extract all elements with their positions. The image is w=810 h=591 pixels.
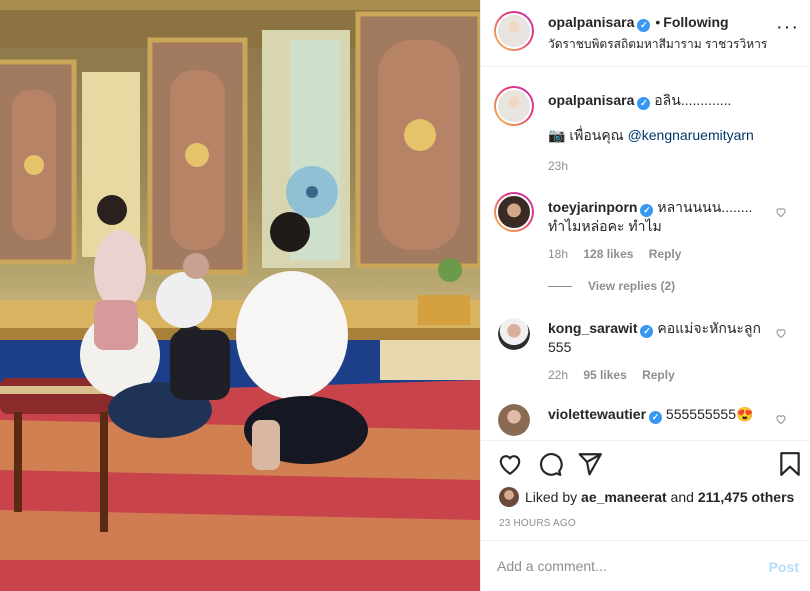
verified-badge-icon: ✓ [640,325,654,338]
post-details-panel: opalpanisara ✓ • Following วัดราชบพิตรสถิตม… [480,0,810,591]
comment-likes[interactable]: 128 likes [583,247,633,261]
verified-badge-icon: ✓ [649,411,663,424]
like-heart-icon[interactable] [497,451,523,477]
liker-avatar[interactable] [499,487,519,507]
commenter-avatar[interactable] [498,318,530,350]
comment-text-line2: ทำไมหล่อคะ ทำไม [548,218,662,234]
comment-text: 555555555 [665,406,736,422]
verified-badge-icon: ✓ [640,204,654,217]
comment-composer: Post [481,540,810,591]
temple-scene-illustration [0,0,480,591]
verified-badge-icon: ✓ [637,19,651,32]
caption-age[interactable]: 23h [548,159,568,173]
comment-age[interactable]: 22h [548,368,568,382]
author-username[interactable]: opalpanisara [548,14,634,30]
separator-dot: • [655,14,661,30]
comment-likes[interactable]: 95 likes [583,368,626,382]
reply-button[interactable]: Reply [642,368,675,382]
commenter-avatar[interactable] [494,192,534,232]
like-comment-heart-icon[interactable] [775,327,787,339]
commenter-username[interactable]: violettewautier [548,406,646,422]
caption-username[interactable]: opalpanisara [548,92,634,108]
commenter-username[interactable]: toeyjarinporn [548,199,637,215]
liked-by-summary: Liked by ae_maneerat and 211,475 others [499,487,794,507]
view-replies-button[interactable]: View replies (2) [548,279,675,293]
following-button[interactable]: Following [663,14,728,30]
post-comment-button[interactable]: Post [769,559,799,575]
heart-eyes-emoji: 😍 [736,406,754,422]
view-replies-label: View replies (2) [588,279,676,293]
comment-bubble-icon[interactable] [537,451,563,477]
commenter-avatar[interactable] [498,404,530,436]
commenter-username[interactable]: kong_sarawit [548,320,637,336]
comment-age[interactable]: 18h [548,247,568,261]
share-direct-icon[interactable] [577,451,603,477]
caption-mention-link[interactable]: @kengnaruemityarn [628,127,754,143]
comment-text: หลานนนน........ [657,199,753,215]
reply-button[interactable]: Reply [649,247,682,261]
more-horizontal-icon[interactable]: ··· [776,16,799,39]
save-bookmark-icon[interactable] [777,451,803,477]
caption-avatar[interactable] [494,86,534,126]
verified-badge-icon: ✓ [637,97,651,110]
liked-by-prefix: Liked by [525,489,582,505]
post-header: opalpanisara ✓ • Following วัดราชบพิตรสถิตม… [481,0,810,67]
author-avatar[interactable] [494,11,534,51]
post-location[interactable]: วัดราชบพิตรสถิตมหาสีมาราม ราชวรวิหาร [548,35,767,54]
post-actions-section: Liked by ae_maneerat and 211,475 others … [481,440,810,540]
comments-list[interactable]: opalpanisara ✓ อลิน............. 📷 เพื่อน… [481,68,810,440]
post-timestamp[interactable]: 23 HOURS AGO [499,518,576,529]
comment-text-line2: 555 [548,339,572,355]
add-comment-input[interactable] [497,555,747,577]
comment-text: คอแม่จะหักนะลูก [657,320,761,336]
caption-text: อลิน............. [654,92,732,108]
like-comment-heart-icon[interactable] [775,413,787,425]
divider-line [548,286,572,288]
like-comment-heart-icon[interactable] [775,206,787,218]
liked-by-user[interactable]: ae_maneerat [581,489,667,505]
caption-tag-prefix: 📷 เพื่อนคุณ [548,127,628,143]
liked-by-middle: and [666,489,698,505]
liked-by-count[interactable]: 211,475 others [698,489,795,505]
post-photo[interactable] [0,0,480,591]
